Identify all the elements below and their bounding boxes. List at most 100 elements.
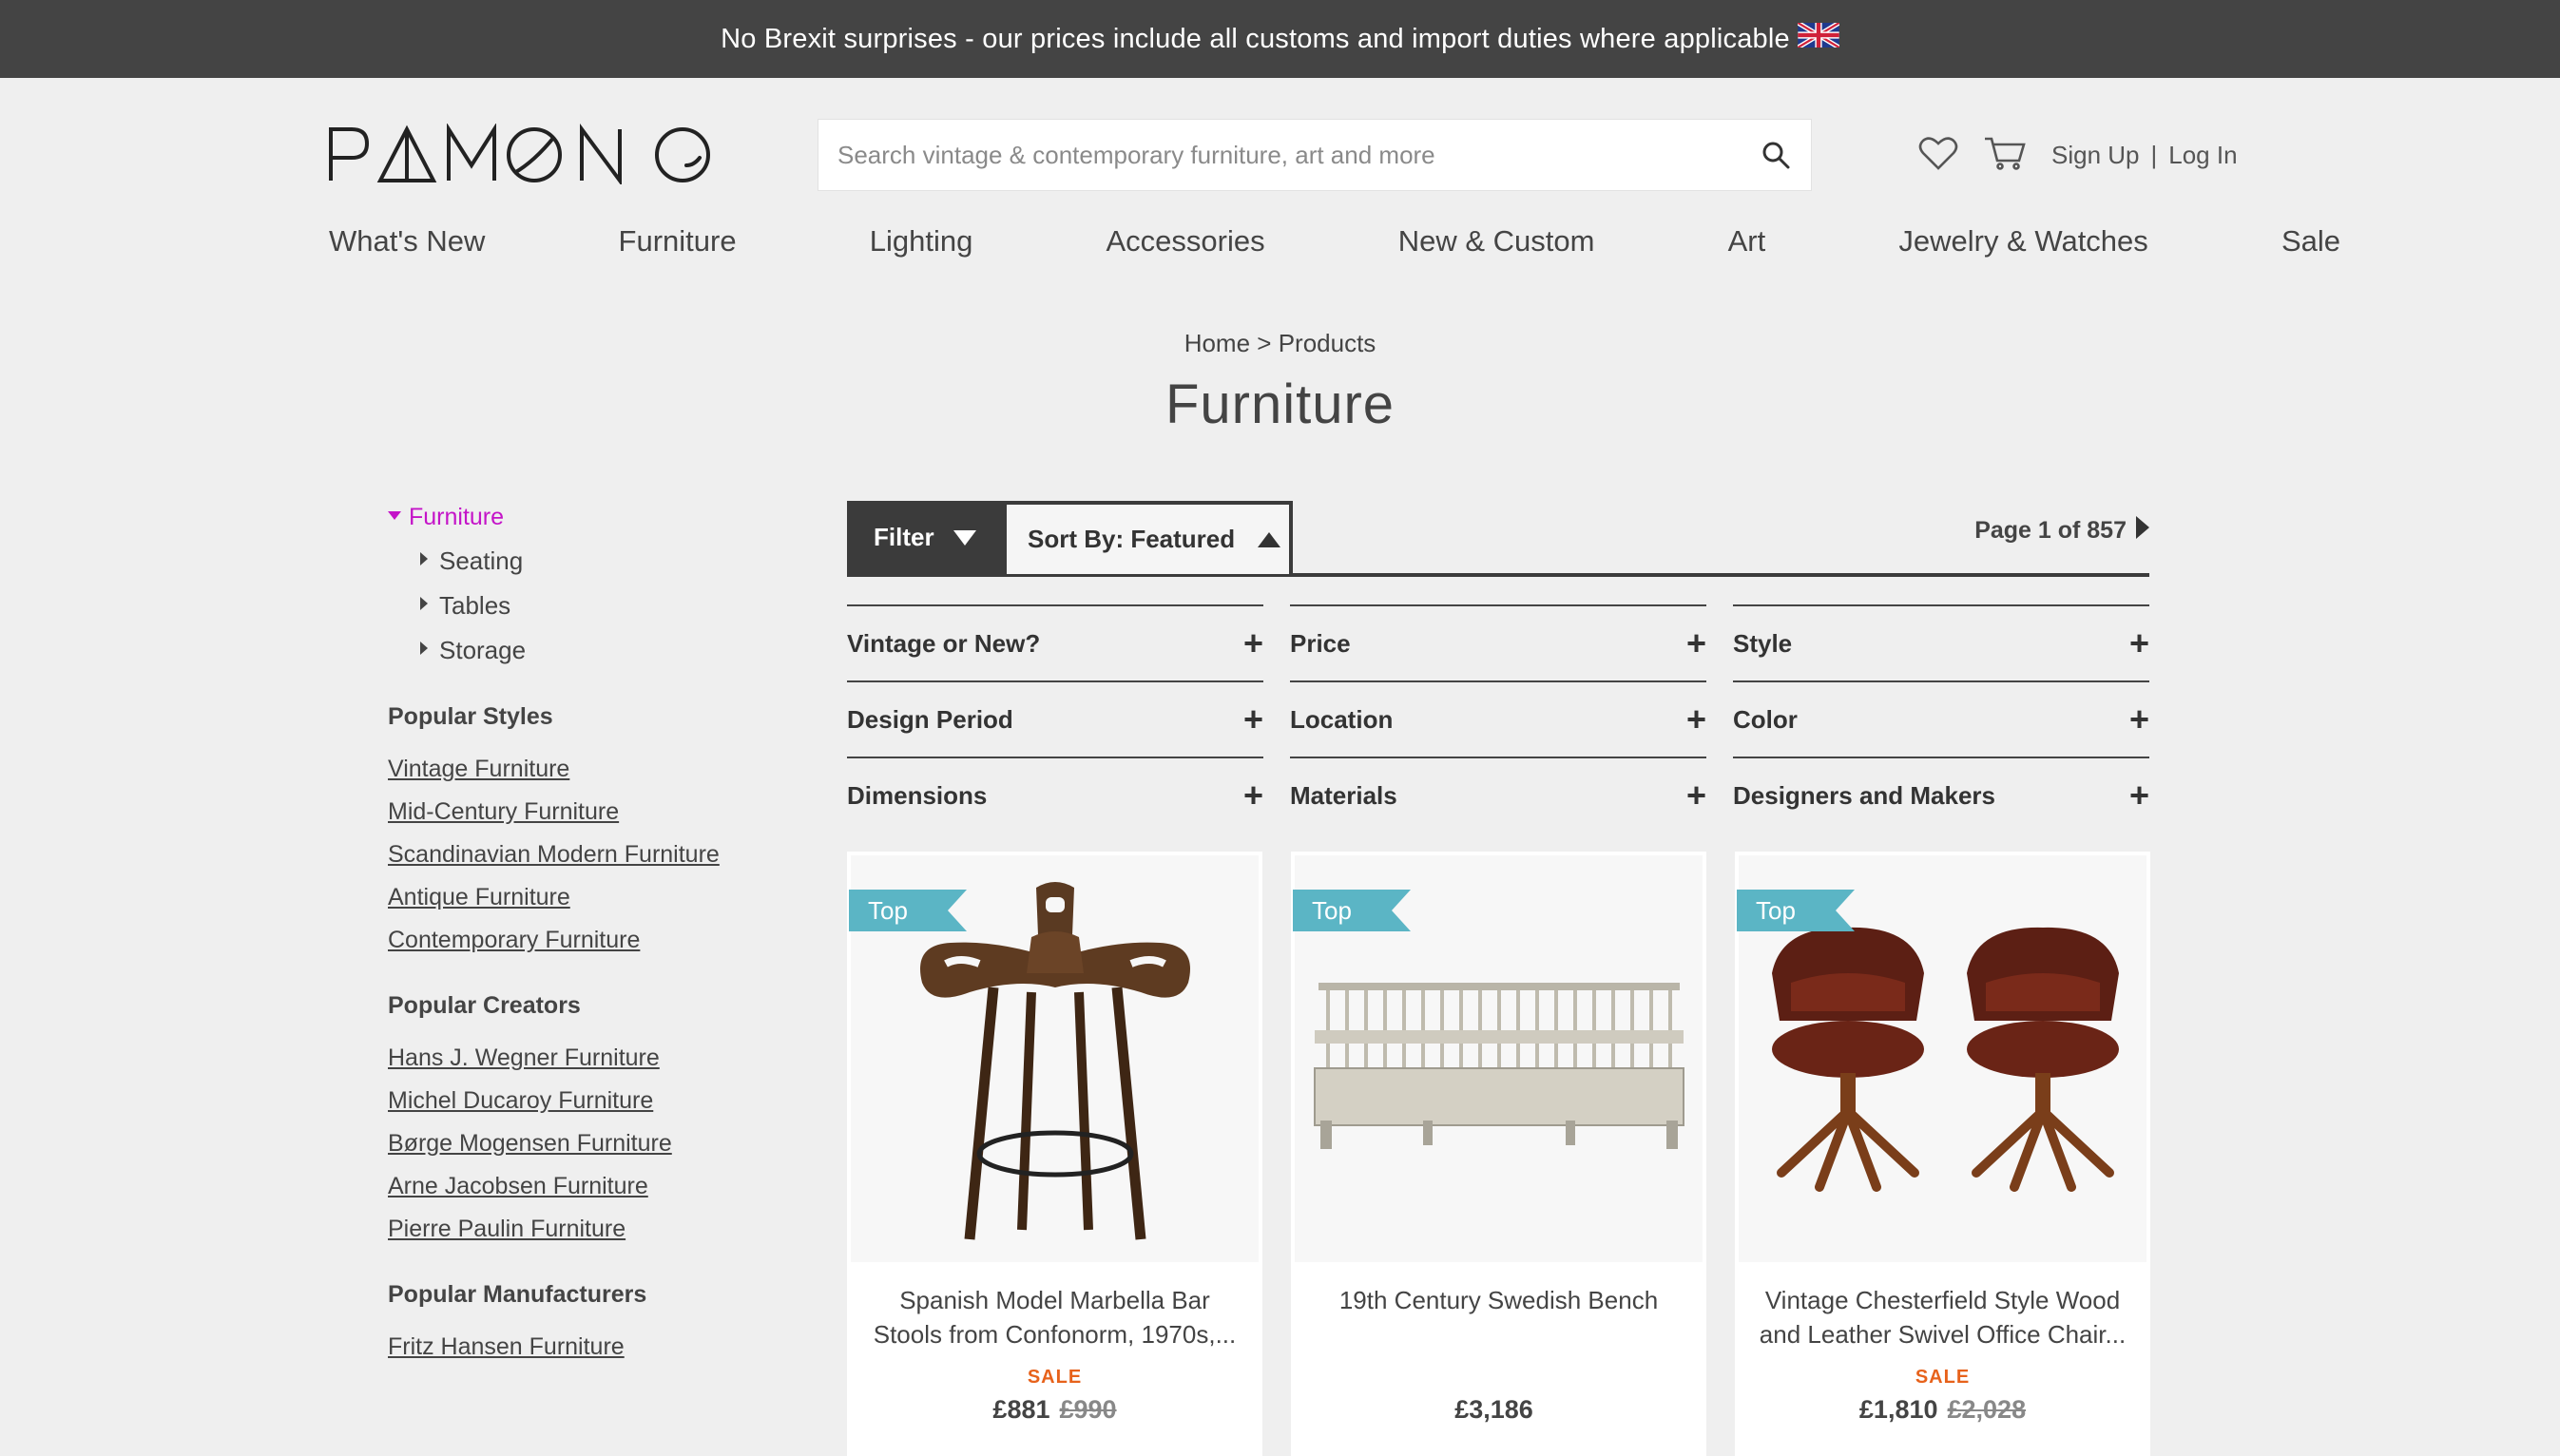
creator-link[interactable]: Arne Jacobsen Furniture [388,1173,787,1200]
sidebar-sub-label: Tables [439,591,511,620]
sidebar: Furniture Seating Tables Storage Popular… [388,504,787,1376]
nav-whats-new[interactable]: What's New [329,224,485,259]
nav-art[interactable]: Art [1728,224,1766,259]
facet-label: Price [1290,628,1351,658]
product-card[interactable]: Top Spanish Model Marbella Bar Stools fr… [847,852,1262,1456]
breadcrumb-home[interactable]: Home [1184,329,1250,357]
facet-label: Location [1290,704,1394,734]
product-grid: Top Spanish Model Marbella Bar Stools fr… [847,852,2150,1456]
breadcrumb-current[interactable]: Products [1279,329,1376,357]
banner-text: No Brexit surprises - our prices include… [721,23,1790,54]
filter-label: Filter [874,523,934,551]
facet-dimensions[interactable]: Dimensions + [847,757,1263,833]
popular-manufacturers-heading: Popular Manufacturers [388,1281,647,1308]
filter-facets: Vintage or New? + Price + Style + Design Pe… [847,604,2149,833]
auth-links: Sign Up | Log In [2051,141,2238,170]
facet-label: Materials [1290,780,1397,810]
sign-up-link[interactable]: Sign Up [2051,141,2140,170]
sidebar-sub-storage[interactable]: Storage [420,636,787,665]
plus-icon: + [1685,776,1706,814]
sidebar-sub-tables[interactable]: Tables [420,591,787,621]
product-card[interactable]: Top Vintage Chesterfield Style Wood and … [1735,852,2150,1456]
product-price: £881 [992,1395,1050,1424]
caret-down-icon [388,511,401,520]
chevron-down-icon [953,523,976,552]
facet-materials[interactable]: Materials + [1290,757,1706,833]
caret-right-icon [420,551,428,565]
style-link[interactable]: Vintage Furniture [388,756,787,783]
facet-label: Vintage or New? [847,628,1041,658]
product-title[interactable]: 19th Century Swedish Bench [1310,1283,1687,1351]
facet-location[interactable]: Location + [1290,680,1706,757]
top-banner: No Brexit surprises - our prices include… [0,0,2560,78]
style-link[interactable]: Scandinavian Modern Furniture [388,841,787,869]
product-title[interactable]: Vintage Chesterfield Style Wood and Leat… [1754,1283,2131,1351]
nav-jewelry-watches[interactable]: Jewelry & Watches [1898,224,2147,259]
creator-link[interactable]: Michel Ducaroy Furniture [388,1087,787,1115]
sort-dropdown[interactable]: Sort By: Featured [1003,501,1293,574]
product-price-row: £881 £990 [847,1395,1262,1425]
facet-design-period[interactable]: Design Period + [847,680,1263,757]
caret-right-icon [420,596,428,610]
auth-separator: | [2150,140,2158,169]
style-link[interactable]: Antique Furniture [388,884,787,911]
plus-icon: + [2128,623,2149,662]
next-page-icon[interactable] [2136,516,2149,546]
sidebar-category-furniture[interactable]: Furniture [388,504,787,531]
results-toolbar: Filter Sort By: Featured Page 1 of 857 [847,501,2149,577]
plus-icon: + [1242,623,1263,662]
nav-new-custom[interactable]: New & Custom [1398,224,1595,259]
nav-accessories[interactable]: Accessories [1106,224,1264,259]
popular-styles-heading: Popular Styles [388,703,553,730]
manufacturer-link[interactable]: Fritz Hansen Furniture [388,1333,787,1361]
facet-label: Style [1733,628,1793,658]
style-link[interactable]: Mid-Century Furniture [388,798,787,826]
creator-link[interactable]: Børge Mogensen Furniture [388,1130,787,1158]
uk-flag-icon [1796,20,1840,55]
facet-style[interactable]: Style + [1733,604,2149,680]
product-price: £3,186 [1454,1395,1533,1424]
product-price-row: £1,810 £2,028 [1735,1395,2150,1425]
sidebar-sub-seating[interactable]: Seating [420,546,787,576]
chevron-up-icon [1258,525,1281,554]
style-link[interactable]: Contemporary Furniture [388,927,787,954]
creator-link[interactable]: Pierre Paulin Furniture [388,1216,787,1243]
breadcrumb-separator: > [1257,329,1272,357]
log-in-link[interactable]: Log In [2168,141,2237,170]
top-tag: Top [849,890,967,931]
original-price: £2,028 [1947,1395,2027,1424]
facet-designers-and-makers[interactable]: Designers and Makers + [1733,757,2149,833]
facet-label: Color [1733,704,1798,734]
creator-link[interactable]: Hans J. Wegner Furniture [388,1044,787,1072]
sort-label: Sort By: Featured [1028,525,1236,553]
page-indicator: Page 1 of 857 [1974,517,2127,544]
heart-icon[interactable] [1918,135,1958,176]
product-title[interactable]: Spanish Model Marbella Bar Stools from C… [866,1283,1243,1351]
original-price: £990 [1059,1395,1117,1424]
top-tag: Top [1293,890,1411,931]
search-icon[interactable] [1760,139,1792,171]
nav-furniture[interactable]: Furniture [619,224,737,259]
pamono-logo[interactable] [327,124,713,184]
sidebar-sub-label: Storage [439,636,527,664]
plus-icon: + [1685,623,1706,662]
main-navigation: What's New Furniture Lighting Accessorie… [329,224,2340,259]
search-bar [818,119,1812,191]
breadcrumb: Home > Products [0,329,2560,358]
product-price: £1,810 [1858,1395,1938,1424]
search-input[interactable] [837,140,1760,170]
facet-price[interactable]: Price + [1290,604,1706,680]
plus-icon: + [1242,776,1263,814]
facet-label: Dimensions [847,780,988,810]
plus-icon: + [2128,699,2149,738]
filter-button[interactable]: Filter [847,501,1003,574]
facet-vintage-or-new[interactable]: Vintage or New? + [847,604,1263,680]
plus-icon: + [1685,699,1706,738]
nav-lighting[interactable]: Lighting [870,224,973,259]
plus-icon: + [1242,699,1263,738]
product-card[interactable]: Top 19th Century Swedish Bench £3,186 [1291,852,1706,1456]
cart-icon[interactable] [1983,135,2027,176]
facet-color[interactable]: Color + [1733,680,2149,757]
nav-sale[interactable]: Sale [2281,224,2340,259]
sale-label: SALE [1027,1367,1083,1388]
